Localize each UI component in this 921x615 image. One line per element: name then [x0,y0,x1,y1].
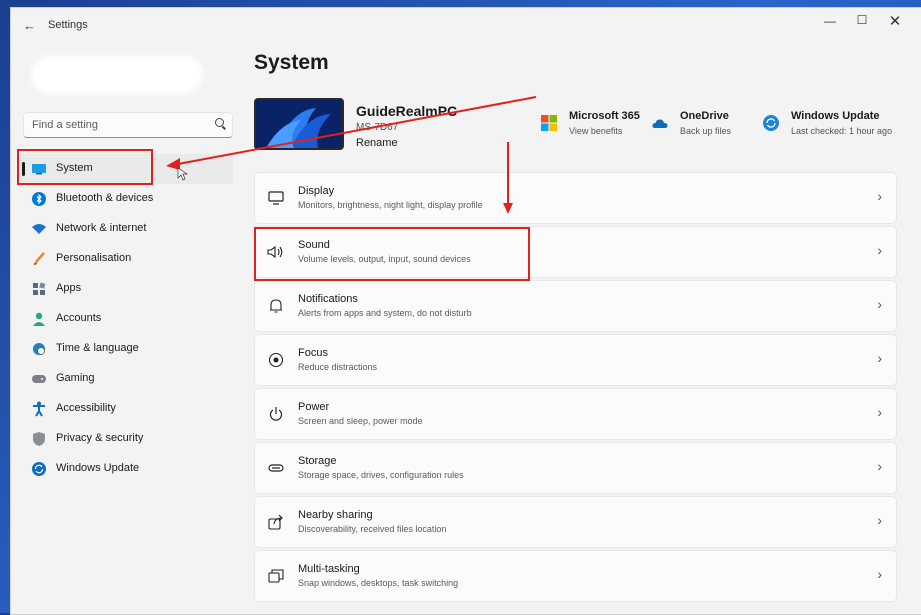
arrowhead-sound [503,203,513,214]
mouse-cursor-icon [177,167,189,181]
annotation-arrows [166,96,537,214]
arrow-to-system [177,96,537,165]
